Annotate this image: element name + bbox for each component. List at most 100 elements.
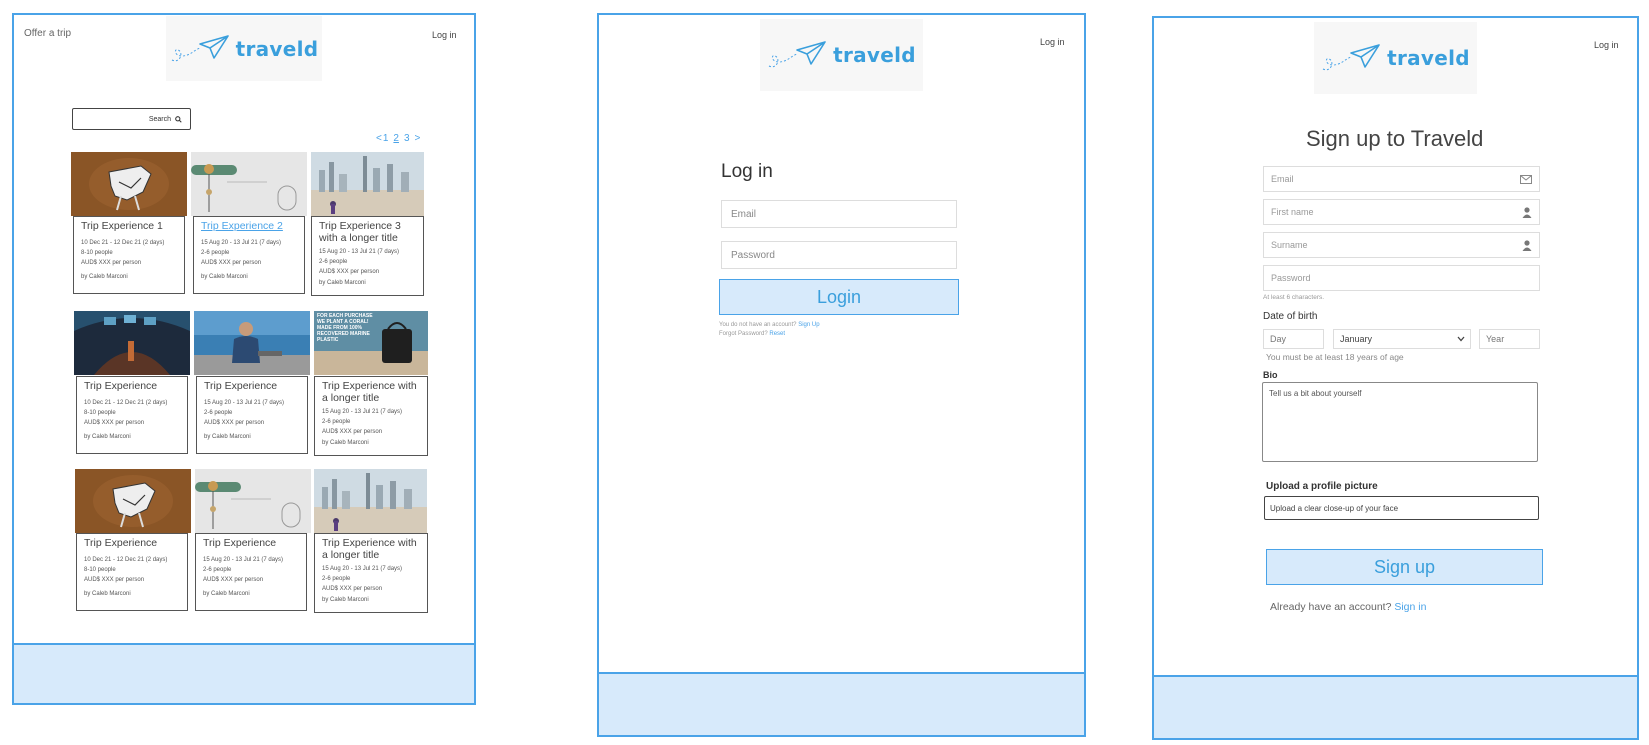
listing-page-frame: Offer a trip traveld Log in Search < 1 2…: [12, 13, 476, 705]
trip-card[interactable]: Trip Experience 1 10 Dec 21 - 12 Dec 21 …: [73, 216, 185, 294]
coral-ad-text: FOR EACH PURCHASE WE PLANT A CORAL! MADE…: [317, 313, 373, 343]
envelope-icon: [1520, 174, 1532, 184]
login-link[interactable]: Log in: [1040, 37, 1065, 47]
trip-card-people: 2-6 people: [319, 259, 348, 265]
trip-card-title[interactable]: Trip Experience with a longer title: [322, 537, 420, 561]
trip-card-people: 8-10 people: [84, 410, 116, 416]
reset-link[interactable]: Reset: [769, 331, 785, 337]
paper-plane-icon: [171, 34, 229, 61]
trip-card[interactable]: Trip Experience with a longer title 15 A…: [314, 376, 428, 456]
pagination-next[interactable]: >: [415, 133, 421, 144]
pagination-page-2[interactable]: 2: [393, 133, 399, 144]
trip-card-author: by Caleb Marconi: [201, 274, 248, 280]
trip-card-people: 2-6 people: [204, 410, 233, 416]
trip-card-title[interactable]: Trip Experience: [203, 537, 299, 549]
signup-link[interactable]: Sign Up: [798, 322, 819, 328]
trip-card-people: 2-6 people: [201, 250, 230, 256]
trip-card-title[interactable]: Trip Experience: [204, 380, 300, 392]
trip-card-dates: 15 Aug 20 - 13 Jul 21 (7 days): [319, 249, 400, 255]
trip-card-price: AUD$ XXX per person: [84, 420, 145, 426]
card-image-city-skyline[interactable]: [314, 469, 427, 533]
first-name-field[interactable]: First name: [1263, 199, 1540, 225]
trip-card-dates: 15 Aug 20 - 13 Jul 21 (7 days): [322, 409, 403, 415]
trip-card-price: AUD$ XXX per person: [203, 577, 264, 583]
chevron-down-icon: [1457, 336, 1465, 342]
footer: [599, 672, 1084, 735]
card-image-chef-cooking[interactable]: [194, 311, 310, 375]
trip-card-author: by Caleb Marconi: [204, 434, 251, 440]
trip-card[interactable]: Trip Experience 3 with a longer title 15…: [311, 216, 424, 296]
trip-card-title[interactable]: Trip Experience 1: [81, 220, 177, 232]
trip-card[interactable]: Trip Experience 2 15 Aug 20 - 13 Jul 21 …: [193, 216, 305, 294]
login-button[interactable]: Login: [719, 279, 959, 315]
email-placeholder: Email: [1271, 174, 1294, 184]
password-field[interactable]: Password: [1263, 265, 1540, 291]
password-hint: At least 6 characters.: [1263, 294, 1325, 301]
trip-card[interactable]: Trip Experience 10 Dec 21 - 12 Dec 21 (2…: [76, 533, 188, 611]
trip-card-title[interactable]: Trip Experience: [84, 380, 180, 392]
surname-field[interactable]: Surname: [1263, 232, 1540, 258]
search-icon[interactable]: [175, 115, 182, 123]
upload-profile-picture-input[interactable]: Upload a clear close-up of your face: [1264, 496, 1539, 520]
upload-label: Upload a profile picture: [1266, 481, 1378, 492]
trip-card-dates: 15 Aug 20 - 13 Jul 21 (7 days): [204, 400, 285, 406]
signup-button[interactable]: Sign up: [1266, 549, 1543, 585]
email-field[interactable]: Email: [1263, 166, 1540, 192]
trip-card-title[interactable]: Trip Experience 2: [201, 220, 297, 232]
trip-card-dates: 15 Aug 20 - 13 Jul 21 (7 days): [322, 566, 403, 572]
footer: [14, 643, 474, 703]
trip-card-people: 2-6 people: [322, 576, 351, 582]
bio-label: Bio: [1263, 370, 1278, 380]
trip-card[interactable]: Trip Experience 10 Dec 21 - 12 Dec 21 (2…: [76, 376, 188, 454]
card-image-pin-wallpaper[interactable]: [195, 469, 311, 533]
brand-name: traveld: [833, 43, 916, 67]
card-image-cow-sculpture[interactable]: [71, 152, 187, 216]
search-button-label: Search: [148, 115, 171, 123]
trip-card[interactable]: Trip Experience with a longer title 15 A…: [314, 533, 428, 613]
brand-name: traveld: [235, 36, 319, 61]
search-bar[interactable]: Search: [72, 108, 191, 130]
trip-card-author: by Caleb Marconi: [84, 434, 131, 440]
trip-card-title[interactable]: Trip Experience with a longer title: [322, 380, 420, 404]
trip-card[interactable]: Trip Experience 15 Aug 20 - 13 Jul 21 (7…: [195, 533, 307, 611]
card-image-coral-bag-ad[interactable]: FOR EACH PURCHASE WE PLANT A CORAL! MADE…: [314, 311, 428, 375]
pagination-prev[interactable]: <: [376, 133, 382, 144]
paper-plane-icon: [768, 41, 826, 68]
dob-month-select[interactable]: January: [1333, 329, 1471, 349]
trip-card-title[interactable]: Trip Experience: [84, 537, 180, 549]
login-link[interactable]: Log in: [432, 30, 457, 40]
no-account-text: You do not have an account?: [719, 322, 797, 328]
card-image-cow-sculpture[interactable]: [75, 469, 191, 533]
card-image-city-skyline[interactable]: [311, 152, 424, 216]
trip-card-author: by Caleb Marconi: [84, 591, 131, 597]
footer: [1154, 675, 1637, 738]
login-link[interactable]: Log in: [1594, 40, 1619, 50]
bio-textarea[interactable]: Tell us a bit about yourself: [1262, 382, 1538, 462]
signin-link[interactable]: Sign in: [1394, 601, 1426, 613]
trip-card-price: AUD$ XXX per person: [204, 420, 265, 426]
email-field[interactable]: Email: [721, 200, 957, 228]
pagination-page-3[interactable]: 3: [404, 133, 410, 144]
age-hint: You must be at least 18 years of age: [1266, 352, 1404, 362]
paper-plane-icon: [1322, 44, 1380, 71]
dob-label: Date of birth: [1263, 311, 1318, 322]
password-field[interactable]: Password: [721, 241, 957, 269]
logo[interactable]: traveld: [166, 16, 322, 81]
trip-card[interactable]: Trip Experience 15 Aug 20 - 13 Jul 21 (7…: [196, 376, 308, 454]
dob-day-field[interactable]: Day: [1263, 329, 1324, 349]
logo[interactable]: traveld: [1314, 22, 1477, 94]
page-title: Sign up to Traveld: [1306, 126, 1484, 151]
offer-trip-link[interactable]: Offer a trip: [24, 28, 71, 39]
dob-year-field[interactable]: Year: [1479, 329, 1540, 349]
login-help-text: You do not have an account? Sign Up Forg…: [719, 321, 820, 339]
trip-card-people: 8-10 people: [84, 567, 116, 573]
trip-card-price: AUD$ XXX per person: [84, 577, 145, 583]
pagination-page-1[interactable]: 1: [383, 133, 389, 144]
card-image-aquarium-tunnel[interactable]: [74, 311, 190, 375]
trip-card-price: AUD$ XXX per person: [322, 429, 383, 435]
trip-card-author: by Caleb Marconi: [322, 440, 369, 446]
card-image-pin-wallpaper[interactable]: [191, 152, 307, 216]
signup-page-frame: traveld Log in Sign up to Traveld Email …: [1152, 16, 1639, 740]
trip-card-title[interactable]: Trip Experience 3 with a longer title: [319, 220, 416, 244]
logo[interactable]: traveld: [760, 19, 923, 91]
